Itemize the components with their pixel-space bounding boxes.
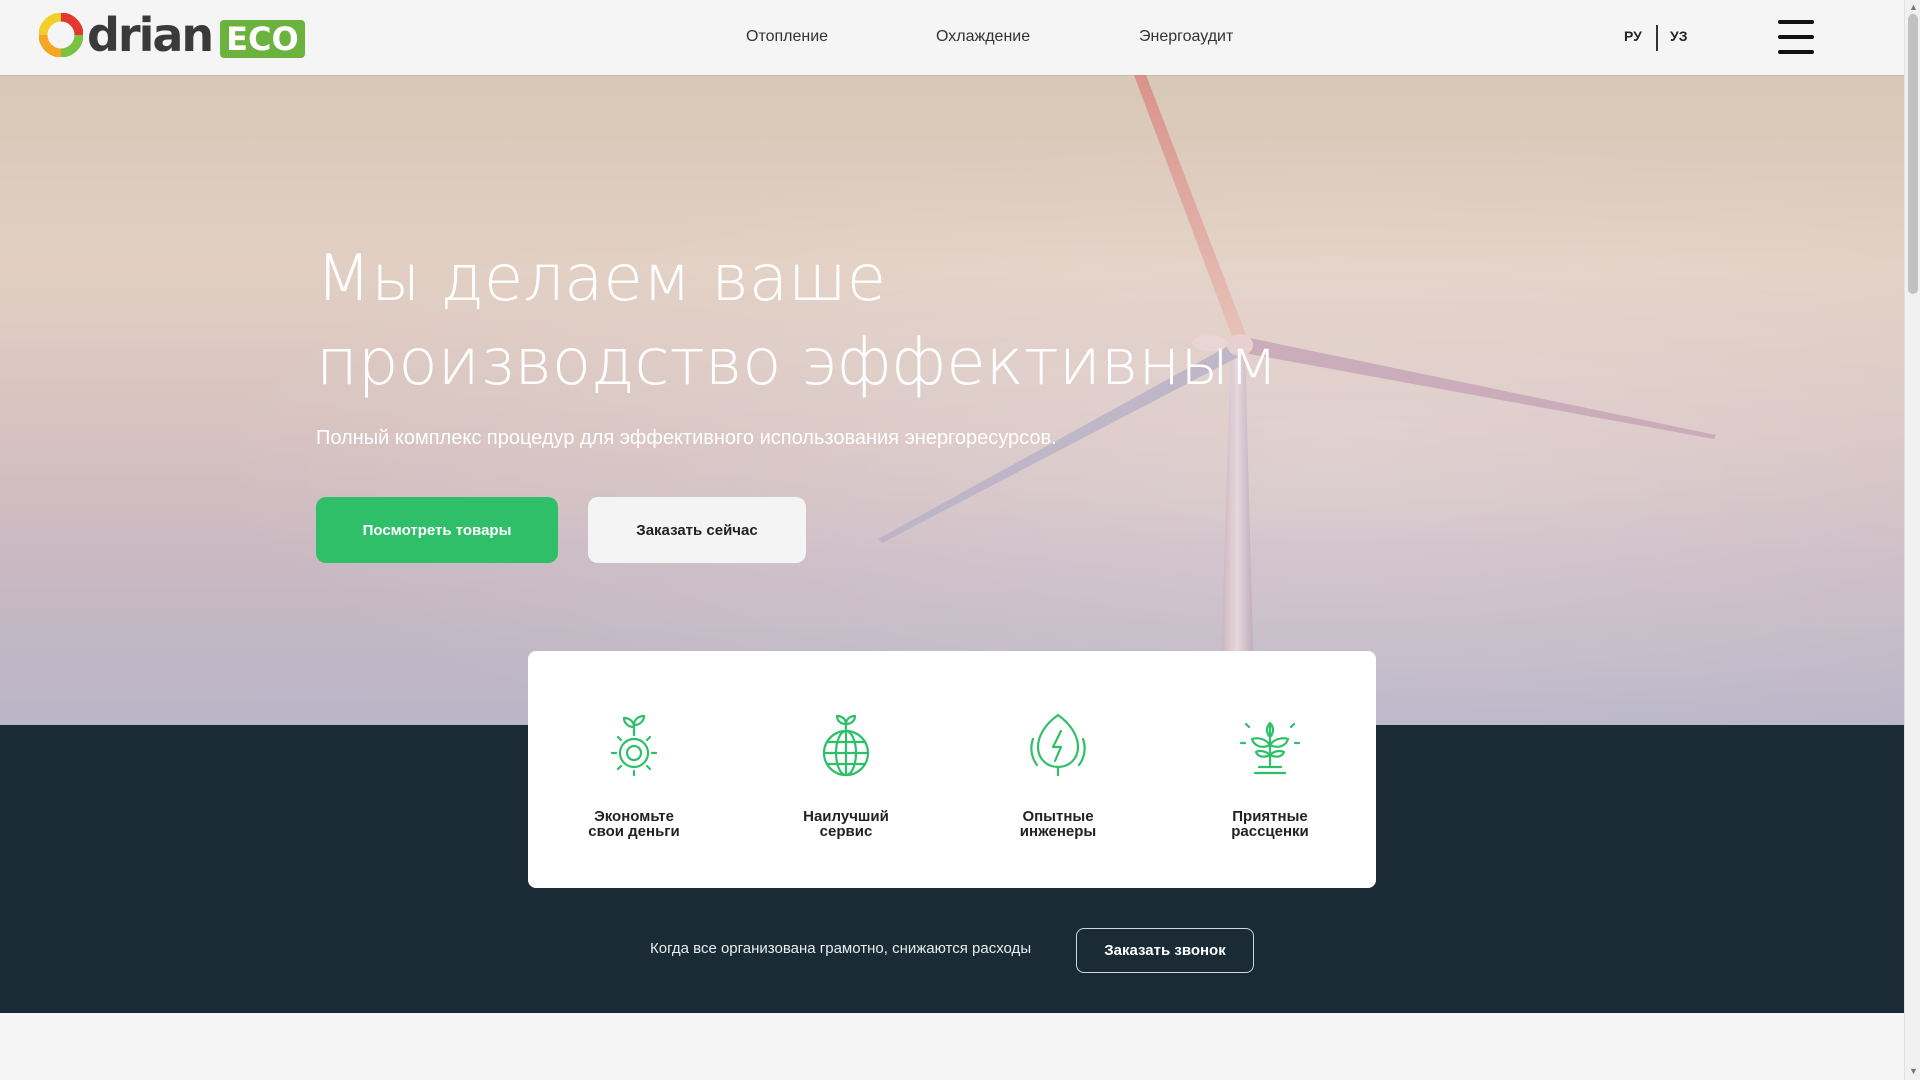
site-header: drian ECO Отопление Охлаждение Энергоауд… bbox=[0, 0, 1904, 75]
gear-sprout-icon bbox=[610, 714, 658, 777]
view-products-button[interactable]: Посмотреть товары bbox=[316, 497, 558, 563]
nav-cooling[interactable]: Охлаждение bbox=[936, 28, 1030, 46]
hero-section: Мы делаем ваше производство эффективным … bbox=[0, 75, 1904, 725]
feature-item: Наилучший сервис bbox=[771, 709, 921, 839]
cta-text: Когда все организована грамотно, снижают… bbox=[650, 940, 1032, 957]
hero-title-line2: производство эффективным bbox=[316, 326, 1278, 400]
leaf-bolt-icon bbox=[1030, 713, 1086, 777]
nav-energy-audit[interactable]: Энергоаудит bbox=[1139, 28, 1233, 46]
next-section bbox=[0, 1013, 1904, 1080]
feature-label: Наилучший сервис bbox=[803, 808, 889, 840]
scroll-down-icon[interactable]: ▼ bbox=[1909, 1066, 1918, 1076]
feature-label: Приятные рассценки bbox=[1231, 808, 1309, 840]
order-now-button[interactable]: Заказать сейчас bbox=[588, 497, 806, 563]
feature-item: Экономьте свои деньги bbox=[559, 709, 709, 839]
logo[interactable]: drian ECO bbox=[39, 12, 305, 58]
page-scrollbar[interactable]: ▲ ▼ bbox=[1904, 0, 1920, 1080]
logo-text: drian bbox=[87, 8, 214, 62]
scroll-up-icon[interactable]: ▲ bbox=[1909, 2, 1918, 12]
menu-icon[interactable] bbox=[1778, 20, 1814, 54]
logo-ring-icon bbox=[39, 13, 83, 57]
hero-subtitle: Полный комплекс процедур для эффективног… bbox=[316, 427, 1057, 449]
plant-icon bbox=[1239, 721, 1301, 775]
globe-sprout-icon bbox=[822, 714, 870, 777]
features-card: Экономьте свои деньги Наилучший сервис О… bbox=[528, 651, 1376, 888]
lang-ru[interactable]: РУ bbox=[1624, 28, 1642, 44]
lang-divider bbox=[1656, 25, 1658, 51]
hero-title: Мы делаем ваше производство эффективным bbox=[316, 237, 1296, 405]
order-call-button[interactable]: Заказать звонок bbox=[1076, 928, 1254, 973]
feature-label: Экономьте свои деньги bbox=[588, 808, 680, 840]
feature-item: Опытные инженеры bbox=[983, 709, 1133, 839]
hero-title-line1: Мы делаем ваше bbox=[316, 242, 887, 316]
nav-heating[interactable]: Отопление bbox=[746, 28, 828, 46]
lang-uz[interactable]: УЗ bbox=[1670, 28, 1687, 44]
logo-badge: ECO bbox=[220, 20, 305, 58]
feature-item: Приятные рассценки bbox=[1195, 709, 1345, 839]
scroll-thumb[interactable] bbox=[1908, 14, 1918, 294]
feature-label: Опытные инженеры bbox=[1019, 808, 1097, 840]
